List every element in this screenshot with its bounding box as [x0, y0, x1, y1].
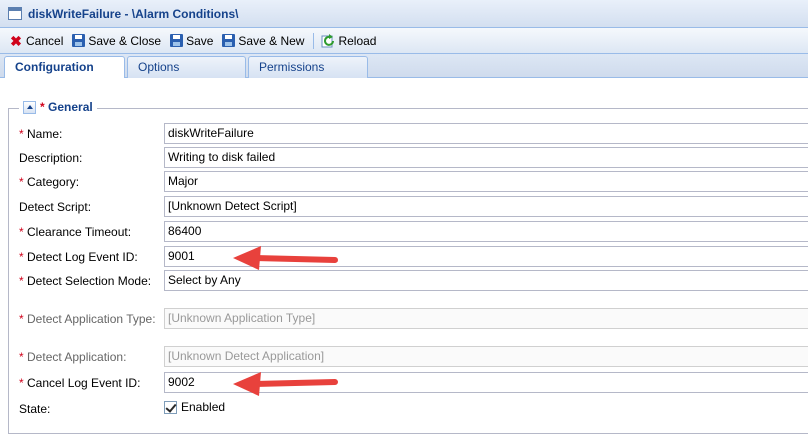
detect-application-label: * Detect Application: [19, 350, 127, 364]
collapse-toggle-icon[interactable] [23, 100, 36, 114]
detect-application-type-label: * Detect Application Type: [19, 312, 156, 326]
detect-script-input[interactable]: [Unknown Detect Script] [164, 196, 808, 217]
configuration-panel: * General * Name: diskWriteFailure Descr… [0, 78, 808, 435]
general-section-header: * General [19, 100, 97, 114]
save-close-button[interactable]: Save & Close [68, 30, 164, 52]
save-new-label: Save & New [238, 33, 305, 48]
detect-application-input: [Unknown Detect Application] [164, 346, 808, 367]
save-new-disk-icon [221, 34, 235, 47]
save-label: Save [186, 33, 214, 48]
save-disk-icon [169, 34, 183, 47]
annotation-arrow-detect-id [233, 246, 338, 270]
category-label: * Category: [19, 175, 80, 189]
cancel-button[interactable]: ✖ Cancel [6, 30, 66, 52]
cancel-label: Cancel [26, 33, 64, 48]
checkbox-checked-icon [164, 400, 177, 414]
save-close-label: Save & Close [88, 33, 162, 48]
name-label: * Name: [19, 127, 63, 141]
category-input[interactable]: Major [164, 171, 808, 192]
detect-selection-mode-label: * Detect Selection Mode: [19, 274, 152, 288]
description-label: Description: [19, 151, 83, 165]
enabled-checkbox[interactable]: Enabled [164, 400, 225, 414]
description-input[interactable]: Writing to disk failed [164, 147, 808, 168]
annotation-arrow-cancel-id [233, 372, 338, 396]
tab-permissions[interactable]: Permissions [248, 56, 368, 78]
detect-application-type-input: [Unknown Application Type] [164, 308, 808, 329]
clearance-timeout-input[interactable]: 86400 [164, 221, 808, 242]
window-title: diskWriteFailure - \Alarm Conditions\ [28, 6, 239, 21]
toolbar: ✖ Cancel Save & Close Save Save & New Re… [0, 28, 808, 54]
tab-configuration[interactable]: Configuration [4, 56, 125, 79]
cancel-x-icon: ✖ [10, 32, 22, 49]
toolbar-separator [313, 32, 315, 49]
section-title: General [48, 100, 93, 114]
window-title-bar: diskWriteFailure - \Alarm Conditions\ [0, 0, 808, 28]
enabled-checkbox-label: Enabled [181, 400, 226, 414]
save-new-button[interactable]: Save & New [218, 30, 307, 52]
tab-strip: Configuration Options Permissions [0, 54, 808, 79]
reload-icon [321, 33, 335, 48]
save-disk-icon [71, 34, 85, 47]
required-marker: * [40, 100, 45, 114]
detect-script-label: Detect Script: [19, 200, 92, 214]
detect-log-event-id-label: * Detect Log Event ID: [19, 250, 138, 264]
reload-button[interactable]: Reload [318, 30, 379, 52]
save-button[interactable]: Save [166, 30, 216, 52]
state-label: State: [19, 402, 51, 416]
reload-label: Reload [338, 33, 377, 48]
clearance-timeout-label: * Clearance Timeout: [19, 225, 132, 239]
name-input[interactable]: diskWriteFailure [164, 123, 808, 144]
tab-options[interactable]: Options [127, 56, 246, 78]
cancel-log-event-id-label: * Cancel Log Event ID: [19, 376, 141, 390]
window-icon [8, 7, 22, 20]
